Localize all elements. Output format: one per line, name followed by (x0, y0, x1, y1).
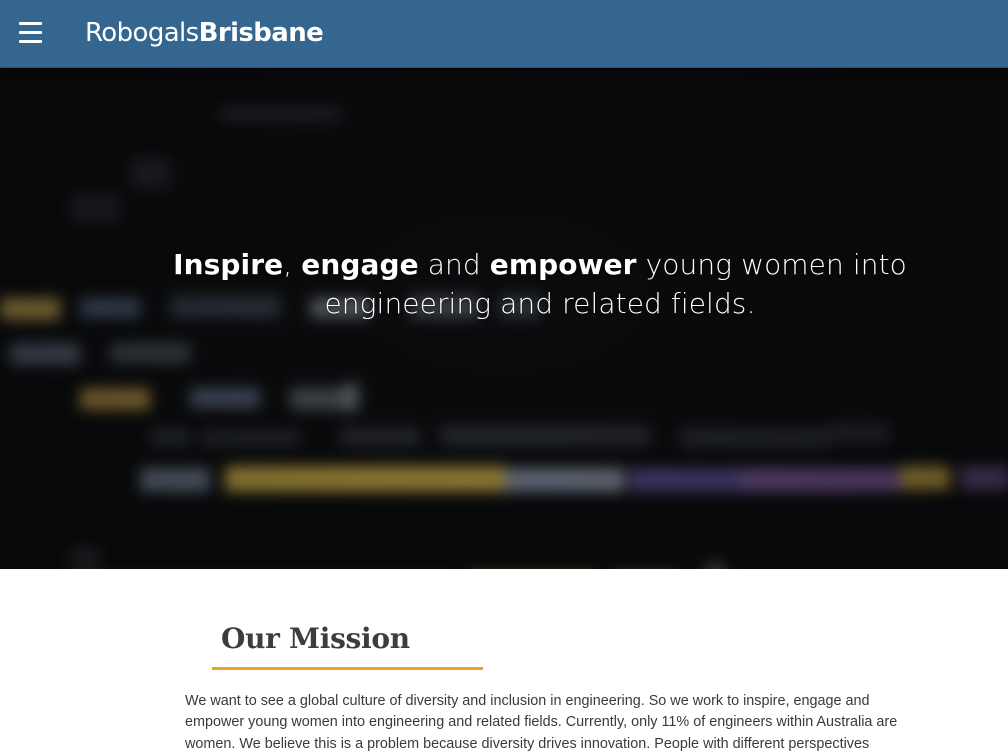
mission-heading-underline (212, 667, 483, 670)
top-navigation-bar: RobogalsBrisbane (0, 0, 1008, 68)
hero-banner: Inspire, engage and empower young women … (0, 68, 1008, 569)
mission-paragraph: We want to see a global culture of diver… (185, 693, 898, 752)
hero-tagline: Inspire, engage and empower young women … (100, 245, 980, 323)
hamburger-line (19, 40, 42, 43)
brand-name-bold: Brisbane (198, 18, 324, 48)
brand-name-light: Robogals (85, 18, 199, 48)
hero-word-empower: empower (489, 248, 637, 281)
mission-heading: Our Mission (221, 622, 410, 655)
hamburger-line (19, 31, 42, 34)
hamburger-line (19, 22, 42, 25)
hero-word-engage: engage (301, 248, 419, 281)
hero-word-inspire: Inspire (173, 248, 284, 281)
hero-text-segment: , (283, 248, 302, 281)
hamburger-menu-icon[interactable] (19, 22, 42, 43)
site-logo-link[interactable]: RobogalsBrisbane (85, 15, 324, 51)
hero-text-segment: and (418, 248, 490, 281)
